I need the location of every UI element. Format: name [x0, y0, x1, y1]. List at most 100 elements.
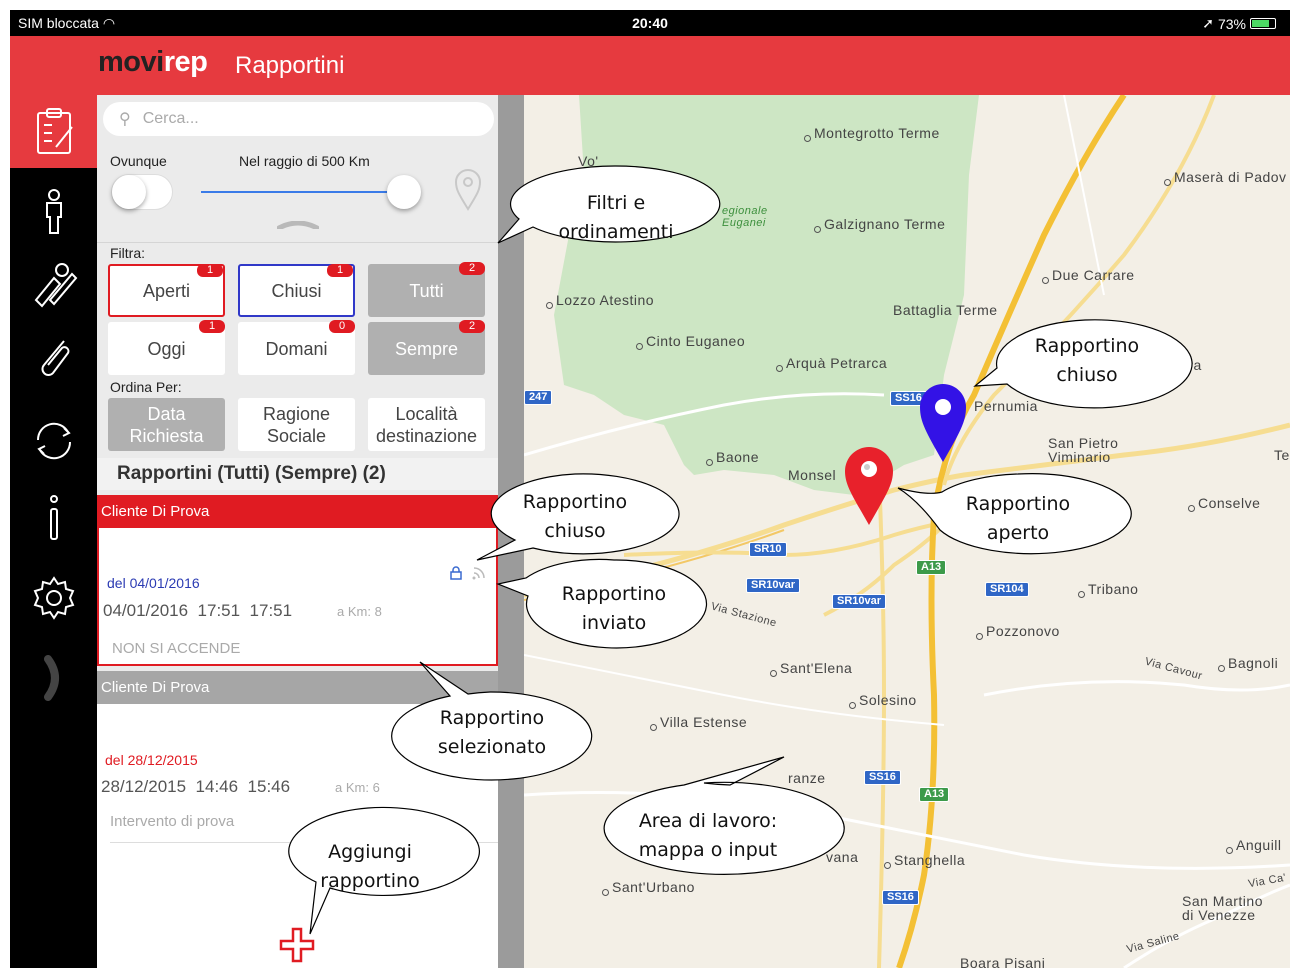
sync-icon [36, 422, 71, 459]
radius-slider-track[interactable] [201, 191, 401, 193]
map-place: Battaglia Terme [893, 302, 998, 318]
nav-clients[interactable] [10, 175, 97, 248]
filter-tutti-button[interactable]: Tutti 2 [368, 262, 485, 317]
road-shield: 247 [524, 390, 553, 405]
road-shield: SR10var [832, 594, 887, 609]
map-place: Bagnoli [1218, 655, 1278, 672]
radius-label: Nel raggio di 500 Km [239, 153, 370, 169]
report-description: Intervento di prova [110, 813, 235, 830]
count-badge: 2 [459, 262, 485, 275]
clock: 20:40 [632, 15, 668, 31]
app-logo: movirep [98, 46, 208, 78]
list-title: Rapportini (Tutti) (Sempre) (2) [97, 458, 498, 490]
app-header: movirep Rapportini [10, 36, 1290, 95]
count-badge: 0 [329, 320, 355, 333]
anywhere-toggle[interactable] [111, 174, 173, 210]
page-title: Rapportini [235, 52, 345, 79]
map-place: Maserà di Padov [1164, 169, 1287, 186]
map-place: Anguill [1226, 837, 1282, 854]
map-place: Viminario [1048, 449, 1111, 465]
map-place: Monsel [788, 467, 837, 483]
collapse-handle[interactable] [277, 221, 319, 229]
road-shield: A13 [919, 787, 950, 802]
filter-chiusi-button[interactable]: Chiusi 1 [238, 264, 355, 317]
anywhere-label: Ovunque [110, 153, 167, 169]
main-nav [10, 95, 107, 968]
map-place: Montegrotto Terme [804, 125, 940, 142]
sort-label: Ordina Per: [110, 379, 182, 395]
report-km: a Km: 8 [337, 604, 382, 619]
map-place: Galzignano Terme [814, 216, 945, 233]
gear-icon [33, 575, 74, 620]
nav-expand[interactable] [10, 641, 97, 714]
nav-info[interactable] [10, 481, 97, 554]
map-place: di Venezze [1182, 907, 1256, 923]
count-badge: 1 [327, 264, 353, 277]
status-icons [450, 566, 486, 580]
map-place: Arquà Petrarca [776, 355, 887, 372]
sort-date-button[interactable]: Data Richiesta [108, 398, 225, 451]
nav-settings[interactable] [10, 561, 97, 634]
status-bar: SIM bloccata ◠ 20:40 ➚ 73% [10, 10, 1290, 36]
filter-sempre-button[interactable]: Sempre 2 [368, 320, 485, 375]
nav-rapportini[interactable] [10, 95, 107, 168]
map-place: Baone [706, 449, 759, 466]
chevron-right-icon [43, 654, 59, 701]
sent-icon [472, 567, 485, 580]
report-times: 04/01/2016 17:51 17:51 [103, 601, 293, 620]
report-item-selected[interactable]: del 04/01/2016 04/01/2016 17:51 17:51 a … [97, 528, 498, 666]
road-shield: SR10 [749, 542, 787, 557]
closed-report-pin[interactable] [918, 382, 968, 464]
radius-slider-thumb[interactable] [387, 175, 421, 209]
report-description: NON SI ACCENDE [112, 640, 241, 657]
battery-icon [1250, 18, 1276, 29]
open-report-pin[interactable] [843, 445, 895, 527]
client-header: Cliente Di Prova [97, 495, 498, 528]
nav-sync[interactable] [10, 404, 97, 477]
map-place: Boara Pisani [960, 955, 1046, 968]
map-place: Cinto Euganeo [636, 333, 745, 350]
tools-icon [34, 262, 77, 307]
map-place: Stanghella [884, 852, 965, 869]
count-badge: 2 [459, 320, 485, 333]
clipboard-icon [36, 107, 73, 154]
person-icon [45, 188, 62, 234]
report-date: del 28/12/2015 [105, 752, 198, 768]
filter-oggi-button[interactable]: Oggi 1 [108, 320, 225, 375]
road-shield: SS16 [882, 890, 919, 905]
map-place: Villa Estense [650, 714, 747, 731]
map-place: Solesino [849, 692, 917, 709]
report-times: 28/12/2015 14:46 15:46 [101, 777, 291, 796]
road-shield: A13 [916, 560, 947, 575]
lock-icon [450, 566, 462, 580]
count-badge: 1 [197, 264, 223, 277]
search-input[interactable]: ⚲ Cerca... [103, 102, 494, 136]
search-placeholder: Cerca... [142, 110, 199, 127]
map-place: Te [1274, 447, 1290, 463]
nav-attachments[interactable] [10, 321, 97, 394]
paperclip-icon [41, 339, 69, 376]
report-km: a Km: 6 [335, 780, 380, 795]
road-shield: SR10var [746, 578, 801, 593]
battery-percent: 73% [1217, 15, 1246, 32]
nav-tools[interactable] [10, 248, 97, 321]
location-pin-icon[interactable] [454, 167, 482, 211]
search-icon: ⚲ [119, 111, 131, 128]
filter-aperti-button[interactable]: Aperti 1 [108, 264, 225, 317]
map-place: Pozzonovo [976, 623, 1060, 640]
report-date: del 04/01/2016 [107, 575, 200, 591]
battery-status: ➚ 73% [1202, 15, 1276, 32]
sort-company-button[interactable]: Ragione Sociale [238, 398, 355, 451]
filter-label: Filtra: [110, 245, 145, 261]
map-place: Sant'Urbano [602, 879, 695, 896]
location-arrow-icon: ➚ [1202, 15, 1214, 31]
map-place: Conselve [1188, 495, 1260, 512]
sort-location-button[interactable]: Località destinazione [368, 398, 485, 451]
filter-domani-button[interactable]: Domani 0 [238, 320, 355, 375]
map-place: Tribano [1078, 581, 1138, 598]
park-label: egionale Euganei [722, 205, 768, 229]
road-shield: SS16 [864, 770, 901, 785]
map-place: Due Carrare [1042, 267, 1135, 284]
info-icon [49, 494, 58, 540]
map-place: Lozzo Atestino [546, 292, 654, 309]
